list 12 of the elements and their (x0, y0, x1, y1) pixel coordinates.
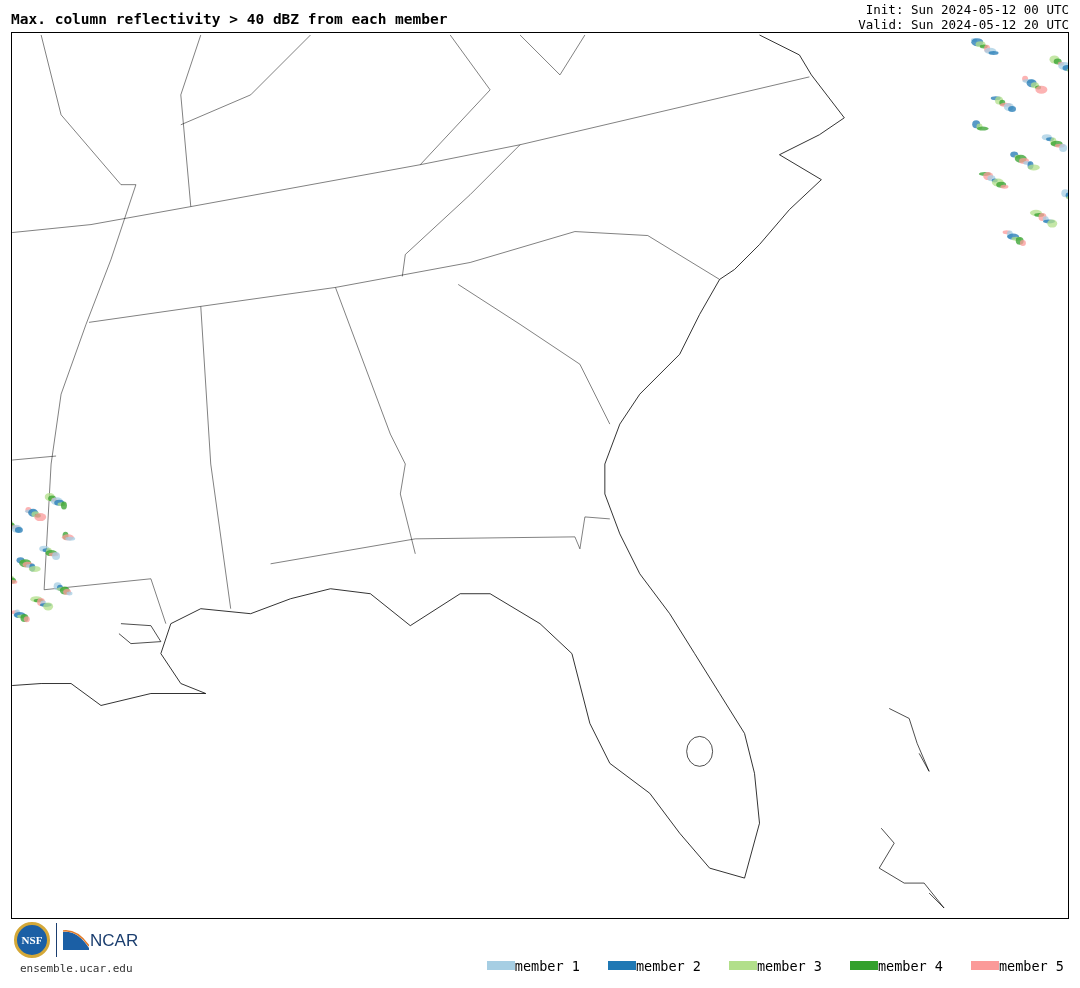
legend-label: member 5 (998, 957, 1064, 974)
site-url: ensemble.ucar.edu (20, 962, 133, 975)
seal-logo: NSF (14, 922, 50, 958)
chart-title: Max. column reflectivity > 40 dBZ from each member (11, 11, 448, 27)
run-time-label: Valid: Sun 2024-05-12 20 UTC (858, 17, 1069, 32)
swoosh-logo-icon (63, 930, 89, 950)
legend-label: member 3 (756, 957, 822, 974)
run-time-label: Init: Sun 2024-05-12 00 UTC (865, 2, 1069, 17)
logo-wordmark: NCAR (90, 932, 139, 950)
legend-label: member 2 (635, 957, 701, 974)
legend-label: member 1 (514, 957, 580, 974)
legend-label: member 4 (877, 957, 943, 974)
